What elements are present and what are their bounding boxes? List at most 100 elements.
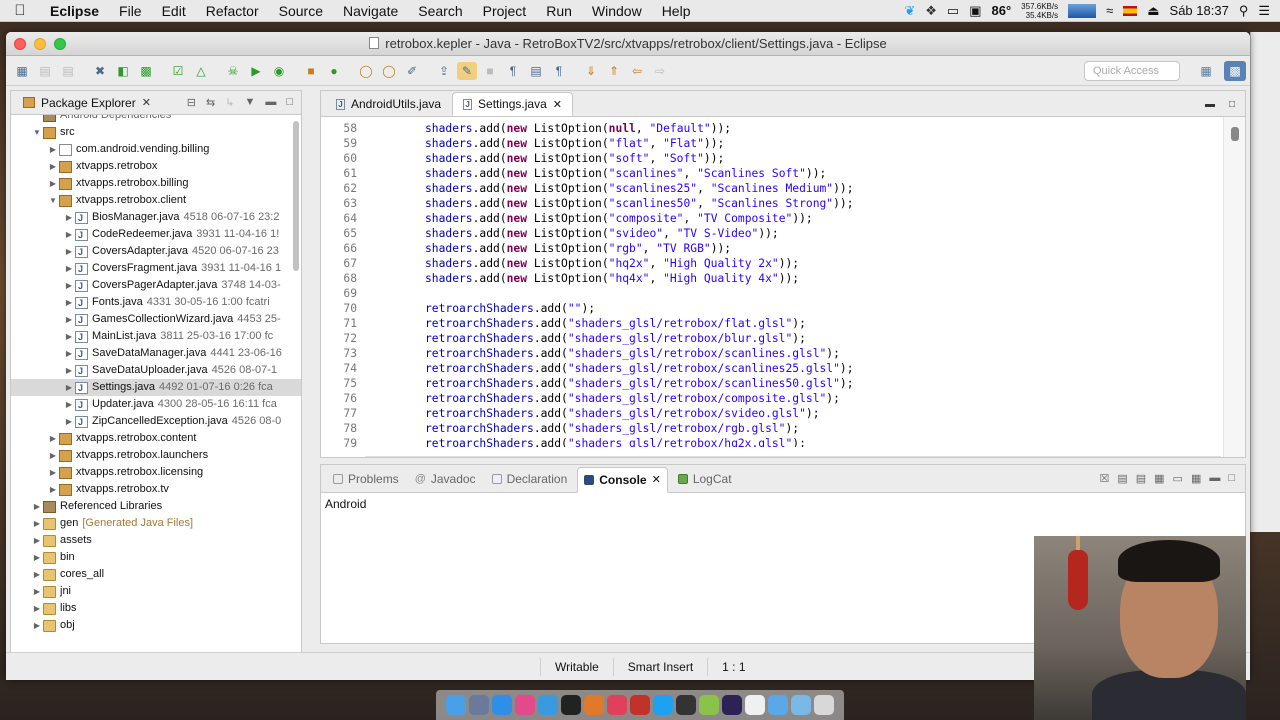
- collapsed-arrow-icon[interactable]: ▶: [63, 294, 75, 311]
- tab-package-explorer[interactable]: Package Explorer ✕: [17, 93, 157, 113]
- editor-overview-ruler[interactable]: [1223, 117, 1245, 457]
- code-line[interactable]: 73 retroarchShaders.add("shaders_glsl/ret…: [321, 346, 1221, 361]
- tree-row[interactable]: ▶ SaveDataUploader.java4526 08-07-1: [11, 362, 301, 380]
- run-external-icon[interactable]: ◉: [269, 62, 289, 80]
- airplay-icon[interactable]: ▭: [947, 3, 959, 19]
- code-line[interactable]: 69: [321, 286, 1221, 301]
- code-line[interactable]: 62 shaders.add(new ListOption("scanlines2…: [321, 181, 1221, 196]
- toggle-breadcrumb-icon[interactable]: ▤: [526, 62, 546, 80]
- code-line[interactable]: 76 retroarchShaders.add("shaders_glsl/ret…: [321, 391, 1221, 406]
- folder-dock-icon[interactable]: [768, 695, 788, 715]
- back-icon[interactable]: ⇦: [627, 62, 647, 80]
- collapsed-arrow-icon[interactable]: ▶: [63, 413, 75, 430]
- collapsed-arrow-icon[interactable]: ▶: [63, 345, 75, 362]
- clock[interactable]: Sáb 18:37: [1170, 3, 1229, 18]
- close-tab-icon[interactable]: ✕: [142, 96, 151, 109]
- code-line[interactable]: 75 retroarchShaders.add("shaders_glsl/ret…: [321, 376, 1221, 391]
- code-line[interactable]: 71 retroarchShaders.add("shaders_glsl/ret…: [321, 316, 1221, 331]
- collapsed-arrow-icon[interactable]: ▶: [63, 396, 75, 413]
- collapsed-arrow-icon[interactable]: ▶: [47, 141, 59, 158]
- menu-file[interactable]: File: [109, 0, 152, 22]
- code-line[interactable]: 67 shaders.add(new ListOption("hq2x", "Hi…: [321, 256, 1221, 271]
- show-whitespace-icon[interactable]: ¶: [503, 62, 523, 80]
- zoom-window-button[interactable]: [54, 37, 66, 50]
- code-line[interactable]: 79 retroarchShaders.add("shaders_glsl/ret…: [321, 436, 1221, 447]
- package-tree[interactable]: Android Dependencies ▼ src ▶ com.android.ven…: [11, 115, 301, 651]
- collapsed-arrow-icon[interactable]: ▶: [31, 549, 43, 566]
- word-wrap-icon[interactable]: ▤: [1136, 472, 1146, 485]
- collapsed-arrow-icon[interactable]: ▶: [63, 362, 75, 379]
- tree-row[interactable]: ▶ bin: [11, 549, 301, 566]
- collapsed-arrow-icon[interactable]: ▶: [47, 158, 59, 175]
- launchpad-icon[interactable]: [469, 695, 489, 715]
- wifi-icon[interactable]: ≈: [1106, 3, 1113, 18]
- code-line[interactable]: 74 retroarchShaders.add("shaders_glsl/ret…: [321, 361, 1221, 376]
- twitter-icon[interactable]: ❦: [904, 3, 915, 19]
- collapsed-arrow-icon[interactable]: ▶: [31, 617, 43, 634]
- dropbox-icon[interactable]: ❖: [925, 3, 937, 19]
- tab-problems[interactable]: Problems: [327, 465, 405, 493]
- open-perspective-icon[interactable]: ▦: [1195, 61, 1217, 81]
- code-line[interactable]: 58 shaders.add(new ListOption(null, "Defa…: [321, 121, 1221, 136]
- code-line[interactable]: 78 retroarchShaders.add("shaders_glsl/ret…: [321, 421, 1221, 436]
- document-dock-icon[interactable]: [745, 695, 765, 715]
- menu-project[interactable]: Project: [473, 0, 537, 22]
- menu-edit[interactable]: Edit: [152, 0, 196, 22]
- sublime-text-icon[interactable]: [584, 695, 604, 715]
- menu-search[interactable]: Search: [408, 0, 472, 22]
- save-icon[interactable]: ▤: [35, 62, 55, 80]
- collapsed-arrow-icon[interactable]: ▶: [31, 498, 43, 515]
- tab-settings-java[interactable]: J Settings.java ✕: [452, 92, 573, 116]
- terminal-icon[interactable]: [561, 695, 581, 715]
- eclipse-icon[interactable]: [722, 695, 742, 715]
- search-tool-icon[interactable]: ✐: [402, 62, 422, 80]
- tree-row[interactable]: ▶ CoversAdapter.java 4520 06-07-16 23: [11, 243, 301, 261]
- tree-row[interactable]: ▶ xtvapps.retrobox.launchers: [11, 447, 301, 464]
- tree-row[interactable]: ▶ MainList.java3811 25-03-16 17:00 fc: [11, 328, 301, 346]
- tree-row[interactable]: ▶ CoversPagerAdapter.java3748 14-03-: [11, 277, 301, 295]
- menu-run[interactable]: Run: [536, 0, 582, 22]
- display-console-icon[interactable]: ▭: [1173, 472, 1183, 485]
- quick-access-input[interactable]: Quick Access: [1084, 60, 1180, 81]
- collapsed-arrow-icon[interactable]: ▶: [63, 260, 75, 277]
- collapsed-arrow-icon[interactable]: ▶: [47, 175, 59, 192]
- collapse-all-icon[interactable]: ⊟: [187, 96, 196, 109]
- tree-row[interactable]: ▶ Fonts.java4331 30-05-16 1:00 fcatri: [11, 294, 301, 312]
- close-window-button[interactable]: [14, 37, 26, 50]
- minimize-view-icon[interactable]: ▬: [1209, 472, 1220, 485]
- finder-icon[interactable]: [446, 695, 466, 715]
- tree-row[interactable]: ▶ assets: [11, 532, 301, 549]
- code-line[interactable]: 77 retroarchShaders.add("shaders_glsl/ret…: [321, 406, 1221, 421]
- collapsed-arrow-icon[interactable]: ▶: [47, 447, 59, 464]
- expanded-arrow-icon[interactable]: ▼: [47, 192, 59, 209]
- tab-declaration[interactable]: Declaration: [486, 465, 574, 493]
- tree-row[interactable]: ▶ xtvapps.retrobox.tv: [11, 481, 301, 498]
- collapsed-arrow-icon[interactable]: ▶: [47, 430, 59, 447]
- code-line[interactable]: 63 shaders.add(new ListOption("scanlines5…: [321, 196, 1221, 211]
- collapsed-arrow-icon[interactable]: ▶: [47, 481, 59, 498]
- window-titlebar[interactable]: retrobox.kepler - Java - RetroBoxTV2/src…: [6, 32, 1250, 56]
- tree-vertical-scrollbar[interactable]: [293, 121, 299, 271]
- tab-javadoc[interactable]: @ Javadoc: [409, 465, 482, 493]
- downloads-dock-icon[interactable]: [791, 695, 811, 715]
- code-line[interactable]: 60 shaders.add(new ListOption("soft", "So…: [321, 151, 1221, 166]
- notification-center-icon[interactable]: ☰: [1258, 3, 1270, 19]
- menu-navigate[interactable]: Navigate: [333, 0, 408, 22]
- filezilla-icon[interactable]: [630, 695, 650, 715]
- tree-row[interactable]: ▶ CodeRedeemer.java3931 11-04-16 1!: [11, 226, 301, 244]
- tree-row[interactable]: ▶ xtvapps.retrobox.licensing: [11, 464, 301, 481]
- tree-row[interactable]: Android Dependencies: [11, 115, 301, 124]
- mark-occurrences-icon[interactable]: ✎: [457, 61, 477, 80]
- eject-icon[interactable]: ⏏: [1147, 3, 1159, 19]
- clear-console-icon[interactable]: ☒: [1099, 472, 1109, 485]
- network-speed[interactable]: 357.6KB/s 35.4KB/s: [1021, 2, 1058, 20]
- menu-window[interactable]: Window: [582, 0, 652, 22]
- maximize-editor-icon[interactable]: □: [1229, 99, 1235, 110]
- menu-help[interactable]: Help: [652, 0, 701, 22]
- tree-row[interactable]: ▶ ZipCancelledException.java4526 08-0: [11, 413, 301, 431]
- safari-icon[interactable]: [492, 695, 512, 715]
- minimize-editor-icon[interactable]: ▬: [1205, 99, 1215, 110]
- tree-row[interactable]: ▶ BiosManager.java4518 06-07-16 23:2: [11, 209, 301, 227]
- link-with-editor-icon[interactable]: ⇆: [206, 96, 215, 109]
- collapsed-arrow-icon[interactable]: ▶: [63, 226, 75, 243]
